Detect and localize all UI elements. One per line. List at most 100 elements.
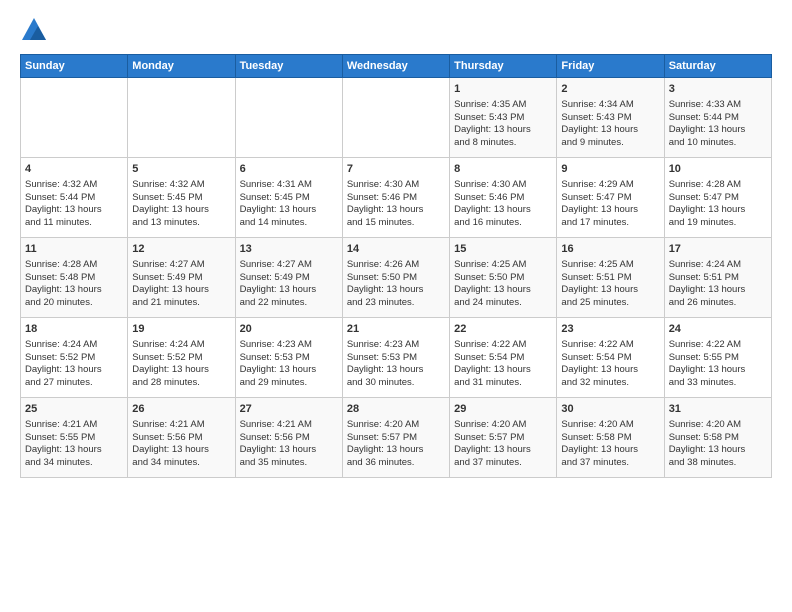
calendar-cell: 4Sunrise: 4:32 AMSunset: 5:44 PMDaylight… <box>21 158 128 238</box>
cell-content: Daylight: 13 hours <box>347 284 445 297</box>
cell-content: Daylight: 13 hours <box>454 124 552 137</box>
cell-content: Daylight: 13 hours <box>561 364 659 377</box>
cell-content: Sunrise: 4:21 AM <box>240 419 338 432</box>
calendar-cell: 21Sunrise: 4:23 AMSunset: 5:53 PMDayligh… <box>342 318 449 398</box>
header-sunday: Sunday <box>21 55 128 78</box>
cell-content: Daylight: 13 hours <box>25 284 123 297</box>
cell-content: Sunrise: 4:20 AM <box>669 419 767 432</box>
cell-content: Daylight: 13 hours <box>669 444 767 457</box>
cell-content: Sunrise: 4:24 AM <box>25 339 123 352</box>
day-number: 18 <box>25 322 123 337</box>
cell-content: Sunset: 5:47 PM <box>669 192 767 205</box>
cell-content: Sunrise: 4:35 AM <box>454 99 552 112</box>
cell-content: Daylight: 13 hours <box>25 204 123 217</box>
calendar-cell: 20Sunrise: 4:23 AMSunset: 5:53 PMDayligh… <box>235 318 342 398</box>
cell-content: and 9 minutes. <box>561 137 659 150</box>
cell-content: Sunrise: 4:28 AM <box>669 179 767 192</box>
day-number: 16 <box>561 242 659 257</box>
calendar-cell: 16Sunrise: 4:25 AMSunset: 5:51 PMDayligh… <box>557 238 664 318</box>
day-number: 1 <box>454 82 552 97</box>
calendar-cell <box>342 78 449 158</box>
header-wednesday: Wednesday <box>342 55 449 78</box>
cell-content: Daylight: 13 hours <box>669 124 767 137</box>
cell-content: Sunset: 5:52 PM <box>132 352 230 365</box>
cell-content: Daylight: 13 hours <box>347 204 445 217</box>
day-number: 11 <box>25 242 123 257</box>
calendar-cell <box>235 78 342 158</box>
cell-content: Sunset: 5:51 PM <box>669 272 767 285</box>
cell-content: and 11 minutes. <box>25 217 123 230</box>
day-number: 13 <box>240 242 338 257</box>
cell-content: and 29 minutes. <box>240 377 338 390</box>
cell-content: Sunset: 5:51 PM <box>561 272 659 285</box>
cell-content: Sunrise: 4:26 AM <box>347 259 445 272</box>
cell-content: Daylight: 13 hours <box>561 124 659 137</box>
calendar-cell: 5Sunrise: 4:32 AMSunset: 5:45 PMDaylight… <box>128 158 235 238</box>
calendar-cell <box>128 78 235 158</box>
calendar-cell: 14 Sunrise: 4:26 AMSunset: 5:50 PMDayligh… <box>342 238 449 318</box>
day-number: 23 <box>561 322 659 337</box>
day-number: 8 <box>454 162 552 177</box>
cell-content: and 34 minutes. <box>25 457 123 470</box>
cell-content: Daylight: 13 hours <box>561 444 659 457</box>
calendar-cell: 29Sunrise: 4:20 AMSunset: 5:57 PMDayligh… <box>450 398 557 478</box>
cell-content: Sunset: 5:50 PM <box>347 272 445 285</box>
cell-content: and 8 minutes. <box>454 137 552 150</box>
cell-content: Daylight: 13 hours <box>132 444 230 457</box>
cell-content: Sunset: 5:47 PM <box>561 192 659 205</box>
cell-content: Sunrise: 4:22 AM <box>561 339 659 352</box>
cell-content: Sunset: 5:44 PM <box>669 112 767 125</box>
day-number: 14 <box>347 242 445 257</box>
cell-content: and 26 minutes. <box>669 297 767 310</box>
cell-content: Sunrise: 4:30 AM <box>347 179 445 192</box>
cell-content: Sunrise: 4:27 AM <box>240 259 338 272</box>
cell-content: Sunset: 5:56 PM <box>240 432 338 445</box>
calendar-cell: 26Sunrise: 4:21 AMSunset: 5:56 PMDayligh… <box>128 398 235 478</box>
cell-content: Daylight: 13 hours <box>240 444 338 457</box>
header-monday: Monday <box>128 55 235 78</box>
cell-content: and 19 minutes. <box>669 217 767 230</box>
cell-content: Sunset: 5:53 PM <box>347 352 445 365</box>
calendar-body: 1Sunrise: 4:35 AMSunset: 5:43 PMDaylight… <box>21 78 772 478</box>
day-number: 25 <box>25 402 123 417</box>
cell-content: Sunrise: 4:28 AM <box>25 259 123 272</box>
day-number: 2 <box>561 82 659 97</box>
cell-content: and 27 minutes. <box>25 377 123 390</box>
cell-content: Sunset: 5:43 PM <box>454 112 552 125</box>
calendar-cell: 7Sunrise: 4:30 AMSunset: 5:46 PMDaylight… <box>342 158 449 238</box>
week-row-3: 18 Sunrise: 4:24 AM Sunset: 5:52 PM Dayligh… <box>21 318 772 398</box>
cell-content: Daylight: 13 hours <box>454 364 552 377</box>
calendar-cell: 9Sunrise: 4:29 AMSunset: 5:47 PMDaylight… <box>557 158 664 238</box>
cell-content: Daylight: 13 hours <box>240 204 338 217</box>
week-row-1: 4Sunrise: 4:32 AMSunset: 5:44 PMDaylight… <box>21 158 772 238</box>
day-number: 4 <box>25 162 123 177</box>
cell-content: and 16 minutes. <box>454 217 552 230</box>
cell-content: Daylight: 13 hours <box>454 204 552 217</box>
calendar-cell: 6Sunrise: 4:31 AMSunset: 5:45 PMDaylight… <box>235 158 342 238</box>
calendar-cell: 24Sunrise: 4:22 AMSunset: 5:55 PMDayligh… <box>664 318 771 398</box>
cell-content: Sunset: 5:50 PM <box>454 272 552 285</box>
calendar-cell: 23Sunrise: 4:22 AMSunset: 5:54 PMDayligh… <box>557 318 664 398</box>
cell-content: Sunset: 5:49 PM <box>132 272 230 285</box>
cell-content: and 14 minutes. <box>240 217 338 230</box>
day-number: 12 <box>132 242 230 257</box>
cell-content: Sunset: 5:48 PM <box>25 272 123 285</box>
cell-content: Sunrise: 4:31 AM <box>240 179 338 192</box>
cell-content: and 38 minutes. <box>669 457 767 470</box>
calendar-cell: 3Sunrise: 4:33 AMSunset: 5:44 PMDaylight… <box>664 78 771 158</box>
day-number: 15 <box>454 242 552 257</box>
cell-content: and 20 minutes. <box>25 297 123 310</box>
cell-content: Sunrise: 4:32 AM <box>132 179 230 192</box>
cell-content: Sunrise: 4:25 AM <box>561 259 659 272</box>
cell-content: Sunset: 5:55 PM <box>669 352 767 365</box>
calendar-cell: 25Sunrise: 4:21 AMSunset: 5:55 PMDayligh… <box>21 398 128 478</box>
cell-content: Sunrise: 4:29 AM <box>561 179 659 192</box>
day-number: 30 <box>561 402 659 417</box>
calendar-cell: 11 Sunrise: 4:28 AMSunset: 5:48 PMDayligh… <box>21 238 128 318</box>
cell-content: Sunrise: 4:22 AM <box>669 339 767 352</box>
logo-icon <box>20 16 48 44</box>
cell-content: Daylight: 13 hours <box>454 444 552 457</box>
week-row-0: 1Sunrise: 4:35 AMSunset: 5:43 PMDaylight… <box>21 78 772 158</box>
cell-content: and 34 minutes. <box>132 457 230 470</box>
day-number: 26 <box>132 402 230 417</box>
